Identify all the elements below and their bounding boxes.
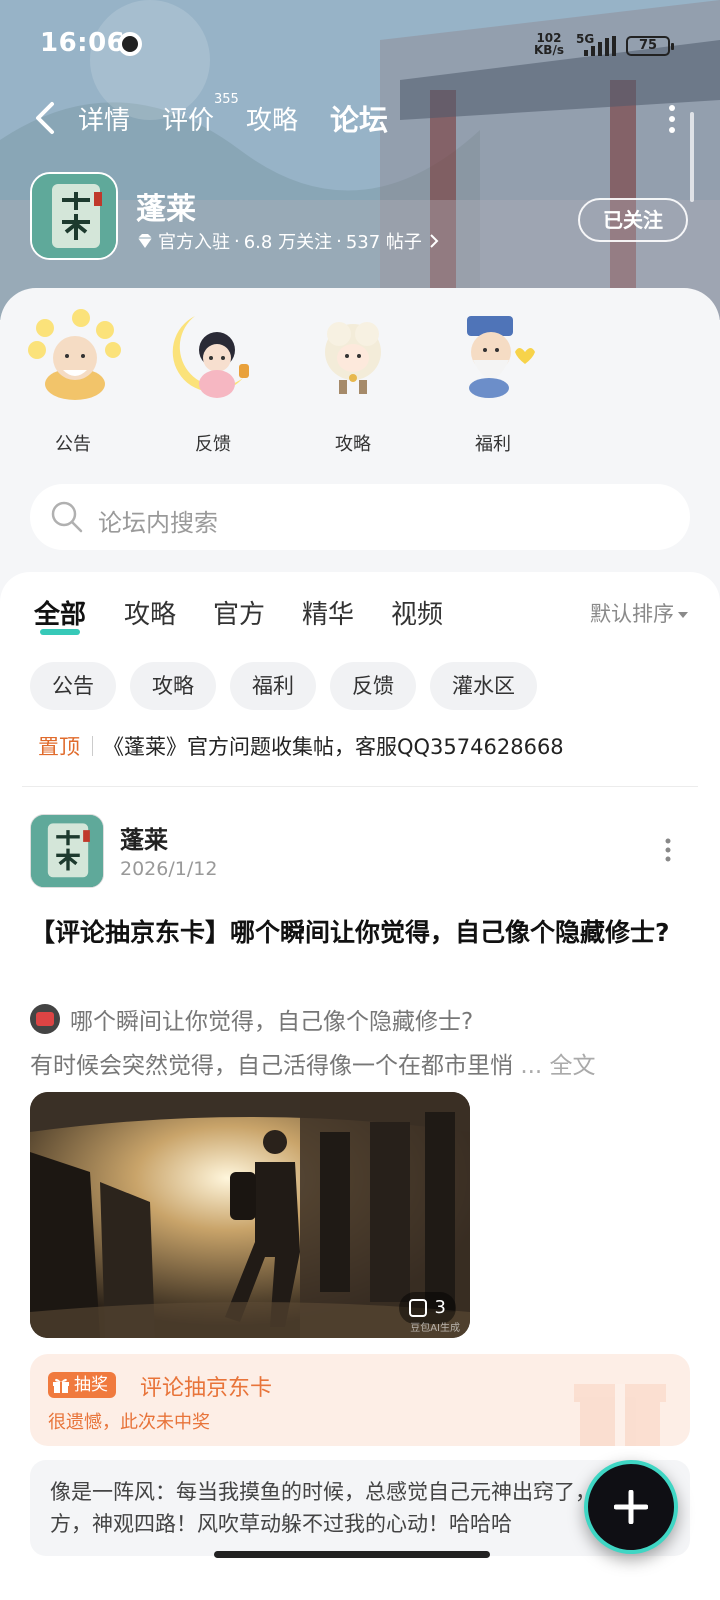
sort-dropdown[interactable]: 默认排序	[590, 598, 688, 628]
author-avatar-art	[31, 815, 103, 887]
plus-icon	[614, 1490, 648, 1524]
author-avatar[interactable]	[30, 814, 104, 888]
top-nav: 详情 评价 355 攻略 论坛	[0, 92, 720, 148]
tab-forum[interactable]: 论坛	[330, 97, 389, 139]
post-title[interactable]: 【评论抽京东卡】哪个瞬间让你觉得，自己像个隐藏修士?	[30, 912, 670, 954]
feedback-character-icon	[172, 316, 249, 398]
game-logo[interactable]	[30, 172, 118, 260]
alarm-clock-icon	[118, 32, 142, 56]
search-icon	[51, 501, 83, 533]
chip-chat[interactable]: 灌水区	[430, 662, 537, 710]
chevron-right-icon	[430, 234, 439, 248]
more-vertical-icon[interactable]	[668, 104, 676, 134]
lottery-title: 评论抽京东卡	[140, 1376, 273, 1401]
follower-count: 6.8 万关注	[243, 232, 333, 253]
tab-guides[interactable]: 攻略	[246, 100, 298, 137]
category-label: 反馈	[195, 434, 231, 455]
status-bar: 16:06 102 KB/s 5G 75	[0, 0, 720, 92]
post-count: 537 帖子	[345, 232, 422, 253]
pinned-post[interactable]: 置顶 《蓬莱》官方问题收集帖，客服QQ3574628668	[38, 728, 698, 764]
status-time: 16:06	[40, 28, 126, 58]
lottery-tag: 抽奖	[48, 1372, 116, 1398]
filter-tab-official[interactable]: 官方	[213, 594, 265, 631]
game-logo-art	[32, 174, 116, 258]
new-post-button[interactable]	[584, 1460, 678, 1554]
filter-tab-guides[interactable]: 攻略	[124, 594, 176, 631]
official-label: 官方入驻	[158, 232, 230, 253]
category-announcement[interactable]: 公告	[18, 308, 128, 455]
train-avatar-icon	[30, 1004, 60, 1034]
divider	[22, 786, 698, 787]
chip-guides[interactable]: 攻略	[130, 662, 216, 710]
post-excerpt[interactable]: 有时候会突然觉得，自己活得像一个在都市里悄 ... 全文	[30, 1046, 690, 1080]
review-count-badge: 355	[214, 92, 239, 107]
post-quote: 哪个瞬间让你觉得，自己像个隐藏修士?	[30, 1002, 690, 1036]
chip-welfare[interactable]: 福利	[230, 662, 316, 710]
game-stats[interactable]: 官方入驻 · 6.8 万关注 · 537 帖子	[136, 228, 440, 254]
gallery-icon	[408, 1299, 427, 1317]
forum-sheet: 公告 反馈 攻略 福利 论坛内搜索 全部 攻略 官方 精华 视频 默认排序 公告…	[0, 288, 720, 1600]
chip-feedback[interactable]: 反馈	[330, 662, 416, 710]
tab-reviews[interactable]: 评价	[162, 100, 214, 137]
category-label: 攻略	[335, 434, 371, 455]
forum-search[interactable]: 论坛内搜索	[30, 484, 690, 550]
game-info: 蓬莱 官方入驻 · 6.8 万关注 · 537 帖子 已关注	[0, 172, 720, 268]
pinned-separator	[92, 736, 93, 756]
author-name[interactable]: 蓬莱	[120, 820, 168, 855]
lottery-status: 很遗憾，此次未中奖	[48, 1412, 210, 1433]
guide-sheep-icon	[325, 322, 381, 394]
lottery-card[interactable]: 抽奖 评论抽京东卡 很遗憾，此次未中奖	[30, 1354, 690, 1446]
post-date: 2026/1/12	[120, 858, 218, 880]
caret-down-icon	[678, 612, 688, 618]
search-placeholder: 论坛内搜索	[98, 509, 218, 537]
filter-tab-video[interactable]: 视频	[391, 594, 443, 631]
back-arrow-icon[interactable]	[34, 100, 56, 136]
filter-tabs: 全部 攻略 官方 精华 视频 默认排序	[0, 594, 720, 644]
category-feedback[interactable]: 反馈	[158, 308, 268, 455]
category-guides[interactable]: 攻略	[298, 308, 408, 455]
signal-strength-icon	[584, 36, 616, 56]
topic-chips: 公告 攻略 福利 反馈 灌水区	[30, 662, 710, 710]
post-image[interactable]: 3 豆包AI生成	[30, 1092, 470, 1338]
pinned-label: 置顶	[38, 735, 80, 759]
announcement-character-icon	[28, 309, 121, 400]
filter-tab-all[interactable]: 全部	[34, 594, 86, 635]
filter-tab-featured[interactable]: 精华	[302, 594, 354, 631]
chip-announcement[interactable]: 公告	[30, 662, 116, 710]
category-welfare[interactable]: 福利	[438, 308, 548, 455]
home-indicator[interactable]	[214, 1551, 490, 1558]
more-vertical-icon[interactable]	[664, 838, 672, 862]
category-label: 公告	[55, 434, 91, 455]
battery-indicator: 75	[626, 36, 674, 56]
gift-icon	[53, 1378, 69, 1393]
welfare-elder-icon	[467, 316, 535, 398]
follow-button[interactable]: 已关注	[578, 198, 688, 242]
forum-categories: 公告 反馈 攻略 福利	[0, 308, 720, 455]
read-more-link[interactable]: ... 全文	[520, 1053, 595, 1079]
game-name: 蓬莱	[136, 192, 196, 227]
game-header: 16:06 102 KB/s 5G 75 详情 评价 355 攻略 论坛 蓬莱 …	[0, 0, 720, 320]
pinned-title: 《蓬莱》官方问题收集帖，客服QQ3574628668	[103, 735, 564, 759]
network-speed: 102 KB/s	[534, 31, 564, 57]
gift-decoration-icon	[574, 1384, 666, 1446]
category-label: 福利	[475, 434, 511, 455]
post-feed: 全部 攻略 官方 精华 视频 默认排序 公告 攻略 福利 反馈 灌水区 置顶 《…	[0, 572, 720, 1600]
official-diamond-icon	[138, 234, 152, 248]
tab-details[interactable]: 详情	[78, 100, 130, 137]
ai-watermark: 豆包AI生成	[410, 1323, 460, 1334]
